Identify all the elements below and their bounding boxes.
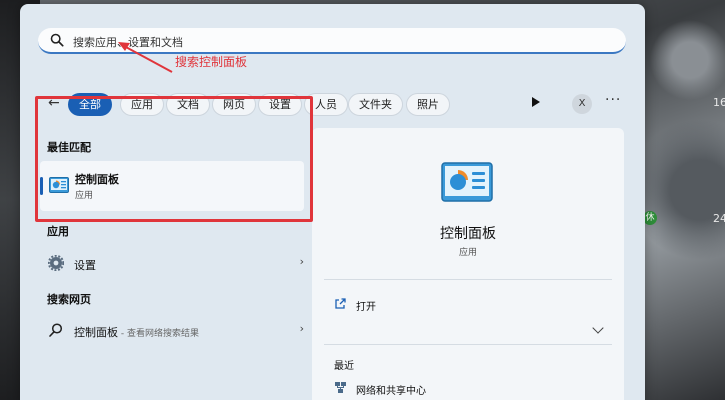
divider bbox=[324, 279, 612, 280]
apps-heading: 应用 bbox=[47, 225, 69, 238]
desktop-text: 16 bbox=[713, 96, 725, 109]
chevron-right-icon[interactable]: › bbox=[300, 322, 304, 335]
desktop-text: 24 bbox=[713, 212, 725, 225]
recent-heading: 最近 bbox=[334, 361, 354, 372]
tab-folders[interactable]: 文件夹 bbox=[348, 93, 403, 116]
search-box[interactable]: 搜索应用、设置和文档 bbox=[38, 28, 626, 54]
annotation-label: 搜索控制面板 bbox=[175, 55, 248, 69]
web-result-title: 控制面板 bbox=[74, 326, 118, 339]
search-input[interactable]: 搜索应用、设置和文档 bbox=[73, 34, 183, 50]
web-result-subtitle: - 查看网络搜索结果 bbox=[118, 329, 199, 339]
settings-gear-icon bbox=[48, 255, 64, 271]
network-icon bbox=[335, 382, 346, 393]
open-label: 打开 bbox=[356, 302, 376, 313]
detail-subtitle: 应用 bbox=[458, 248, 477, 258]
detail-pane: 控制面板 应用 打开 最近 网络和共享中心 bbox=[312, 128, 624, 400]
web-search-heading: 搜索网页 bbox=[47, 293, 91, 306]
recent-item-label: 网络和共享中心 bbox=[356, 386, 426, 397]
highlight-box bbox=[35, 96, 313, 222]
recent-item[interactable]: 网络和共享中心 bbox=[334, 380, 534, 397]
open-action[interactable]: 打开 bbox=[334, 296, 534, 314]
avatar[interactable]: X bbox=[572, 94, 592, 114]
tab-photos[interactable]: 照片 bbox=[406, 93, 450, 116]
detail-title: 控制面板 bbox=[440, 226, 496, 242]
list-item-label: 控制面板 - 查看网络搜索结果 bbox=[74, 324, 199, 340]
search-icon bbox=[50, 33, 64, 47]
list-item-settings[interactable]: 设置 › bbox=[48, 251, 304, 275]
search-icon bbox=[49, 323, 63, 337]
control-panel-icon bbox=[441, 162, 493, 202]
divider bbox=[324, 344, 612, 345]
more-options-icon[interactable]: ··· bbox=[605, 92, 621, 108]
desktop-badge: 休 bbox=[643, 211, 657, 225]
chevron-down-icon[interactable] bbox=[592, 322, 604, 334]
list-item-label: 设置 bbox=[74, 259, 96, 272]
open-external-icon bbox=[335, 298, 346, 309]
play-icon[interactable] bbox=[532, 97, 540, 107]
chevron-right-icon[interactable]: › bbox=[300, 255, 304, 268]
list-item-web-control-panel[interactable]: 控制面板 - 查看网络搜索结果 › bbox=[48, 318, 304, 342]
